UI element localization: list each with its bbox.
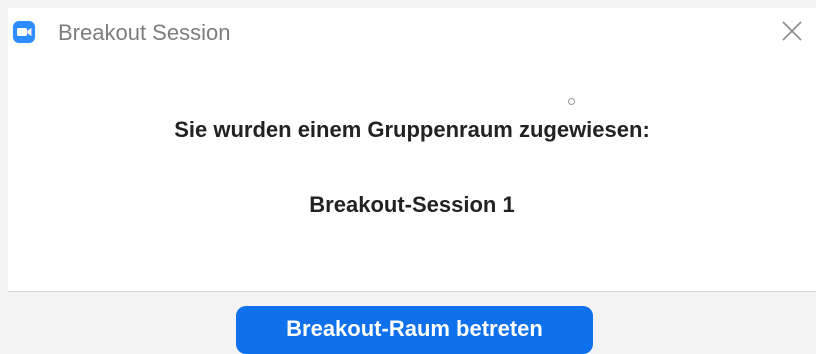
assignment-message: Sie wurden einem Gruppenraum zugewiesen: [174, 117, 650, 142]
title-bar: Breakout Session [8, 8, 816, 56]
zoom-camera-icon [13, 21, 35, 43]
small-circle-mark [568, 98, 575, 105]
close-icon [782, 21, 802, 41]
close-button[interactable] [768, 8, 816, 54]
window-title: Breakout Session [58, 20, 231, 45]
breakout-dialog-window: Breakout Session Sie wurden einem Gruppe… [8, 8, 816, 354]
breakout-room-name: Breakout-Session 1 [309, 192, 515, 217]
join-breakout-room-button[interactable]: Breakout-Raum betreten [236, 306, 593, 354]
dialog-content: Sie wurden einem Gruppenraum zugewiesen:… [8, 56, 816, 291]
dialog-footer: Breakout-Raum betreten [8, 291, 816, 354]
